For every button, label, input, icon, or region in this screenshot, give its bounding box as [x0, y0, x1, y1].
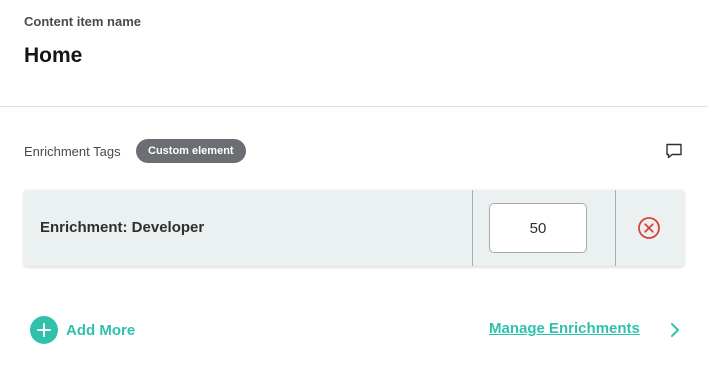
- plus-circle-icon: [30, 316, 58, 344]
- content-item-name-label: Content item name: [24, 14, 142, 29]
- enrichment-value-input[interactable]: [489, 203, 587, 253]
- enrichment-tags-header: Enrichment Tags Custom element: [24, 139, 684, 163]
- chevron-right-icon[interactable]: [668, 321, 682, 339]
- row-divider: [615, 190, 616, 266]
- page-title: Home: [24, 44, 83, 67]
- enrichment-label: Enrichment: Developer: [40, 219, 205, 236]
- add-more-label: Add More: [66, 321, 136, 339]
- comment-icon[interactable]: [664, 141, 684, 161]
- manage-enrichments-link[interactable]: Manage Enrichments: [489, 320, 640, 337]
- add-more-button[interactable]: Add More: [30, 316, 135, 344]
- enrichment-tags-label: Enrichment Tags: [24, 144, 121, 159]
- close-circle-icon[interactable]: [637, 216, 661, 240]
- enrichment-row: Enrichment: Developer: [24, 190, 684, 266]
- custom-element-badge: Custom element: [136, 139, 246, 163]
- row-divider: [472, 190, 473, 266]
- divider: [0, 106, 708, 107]
